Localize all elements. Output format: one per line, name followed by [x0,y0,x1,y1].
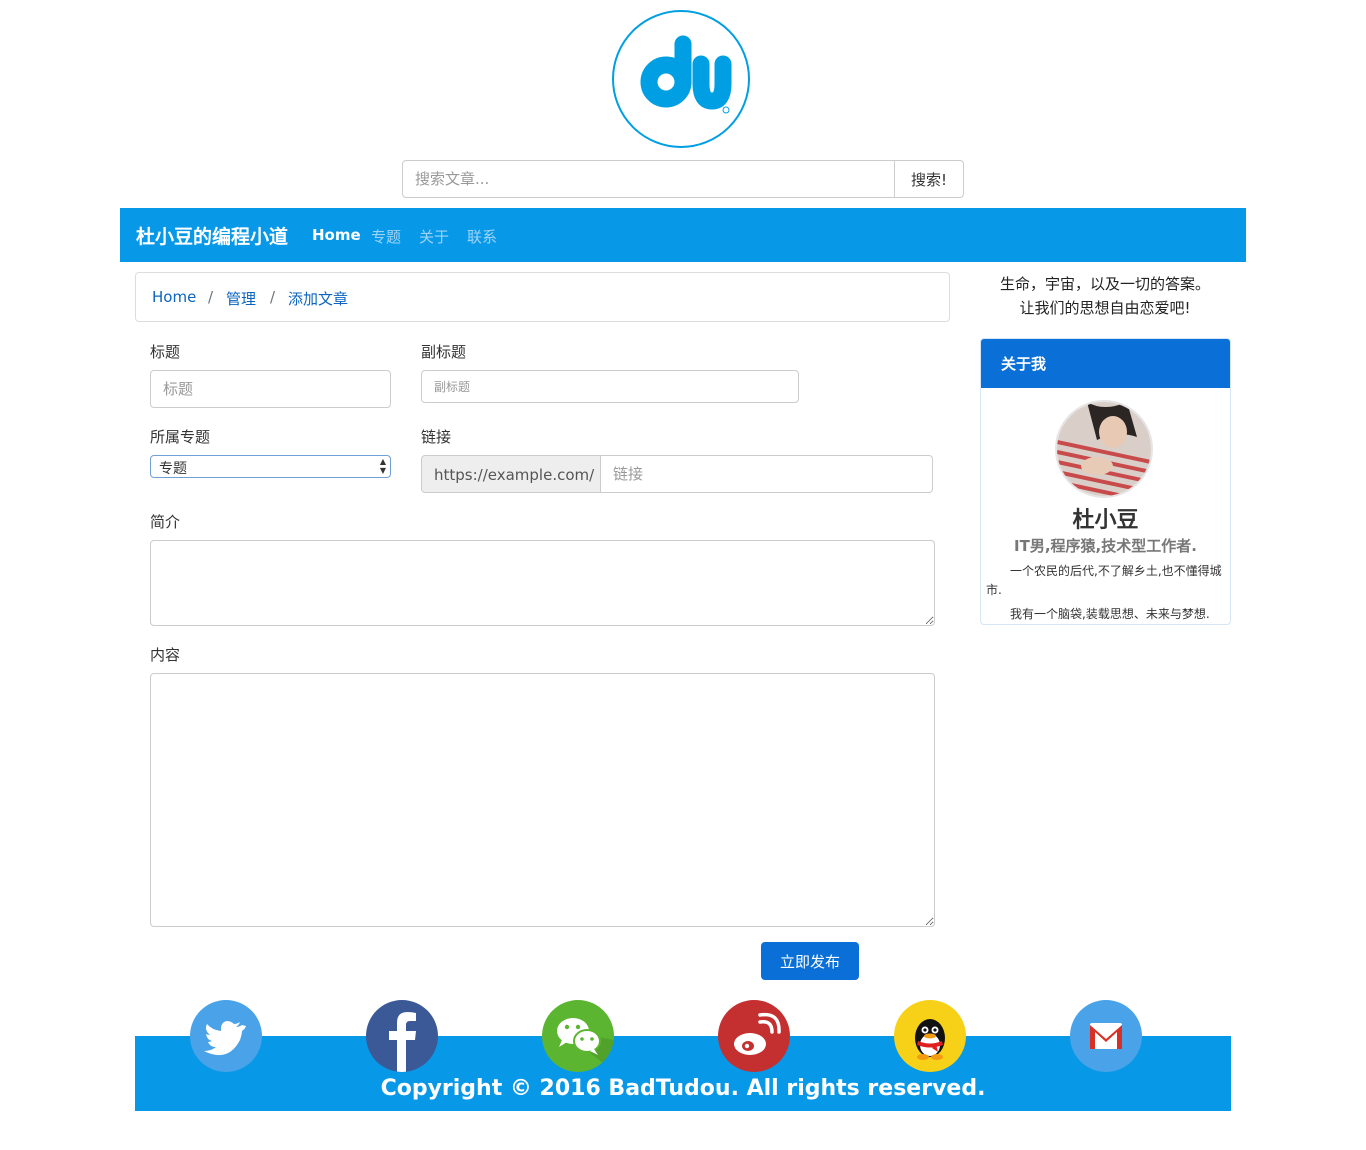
select-arrows-icon: ▲ ▼ [379,457,386,475]
title-label: 标题 [150,343,181,361]
topic-label: 所属专题 [150,428,211,446]
content-label: 内容 [150,646,181,664]
publish-button[interactable]: 立即发布 [761,942,859,980]
breadcrumb-manage[interactable]: 管理 [226,288,256,309]
about-card-title: 关于我 [981,339,1230,388]
nav-topics[interactable]: 专题 [371,226,401,247]
breadcrumb: Home / 管理 / 添加文章 [135,272,950,322]
search-input[interactable] [402,160,895,198]
title-input[interactable] [150,370,391,408]
about-text: 我有一个脑袋,装载思想、未来与梦想. [1010,607,1210,621]
breadcrumb-add-article[interactable]: 添加文章 [288,288,348,309]
breadcrumb-separator: / [208,288,214,306]
wechat-icon[interactable] [542,1000,614,1072]
breadcrumb-separator: / [270,288,276,306]
topic-select[interactable]: 专题 ▲ ▼ [150,455,391,478]
site-logo[interactable] [612,10,750,148]
motto: 生命，宇宙，以及一切的答案。 让我们的思想自由恋爱吧! [962,272,1248,320]
copyright: Copyright © 2016 BadTudou. All rights re… [380,1076,986,1101]
nav-home[interactable]: Home [312,226,361,244]
brand[interactable]: 杜小豆的编程小道 [136,222,288,249]
about-card: 关于我 杜小豆 IT男,程序猿,技术型工作者. 一个农民的后代,不了解乡土,也不… [980,338,1231,625]
motto-line: 让我们的思想自由恋爱吧! [1019,299,1191,317]
facebook-icon[interactable] [366,1000,438,1072]
topic-select-value: 专题 [159,461,187,477]
nav-contact[interactable]: 联系 [467,226,497,247]
search-button[interactable]: 搜索! [894,160,964,198]
summary-label: 简介 [150,513,181,531]
content-textarea[interactable] [150,673,935,927]
author-name: 杜小豆 [1072,508,1139,533]
summary-textarea[interactable] [150,540,935,626]
qq-icon[interactable] [894,1000,966,1072]
link-label: 链接 [421,428,452,446]
navbar: 杜小豆的编程小道 Home 专题 关于 联系 [120,208,1246,262]
motto-line: 生命，宇宙，以及一切的答案。 [999,275,1210,293]
link-prefix: https://example.com/ [421,455,601,493]
link-input[interactable] [600,455,933,493]
breadcrumb-home[interactable]: Home [152,288,196,306]
subtitle-input[interactable] [421,370,799,403]
weibo-icon[interactable] [718,1000,790,1072]
footer: Copyright © 2016 BadTudou. All rights re… [135,1036,1231,1111]
about-text: 一个农民的后代,不了解乡土,也不懂得城市. [986,564,1222,597]
twitter-icon[interactable] [190,1000,262,1072]
nav-about[interactable]: 关于 [419,226,449,247]
author-role: IT男,程序猿,技术型工作者. [1014,537,1197,555]
avatar [1055,400,1153,498]
subtitle-label: 副标题 [421,343,467,361]
gmail-icon[interactable] [1070,1000,1142,1072]
